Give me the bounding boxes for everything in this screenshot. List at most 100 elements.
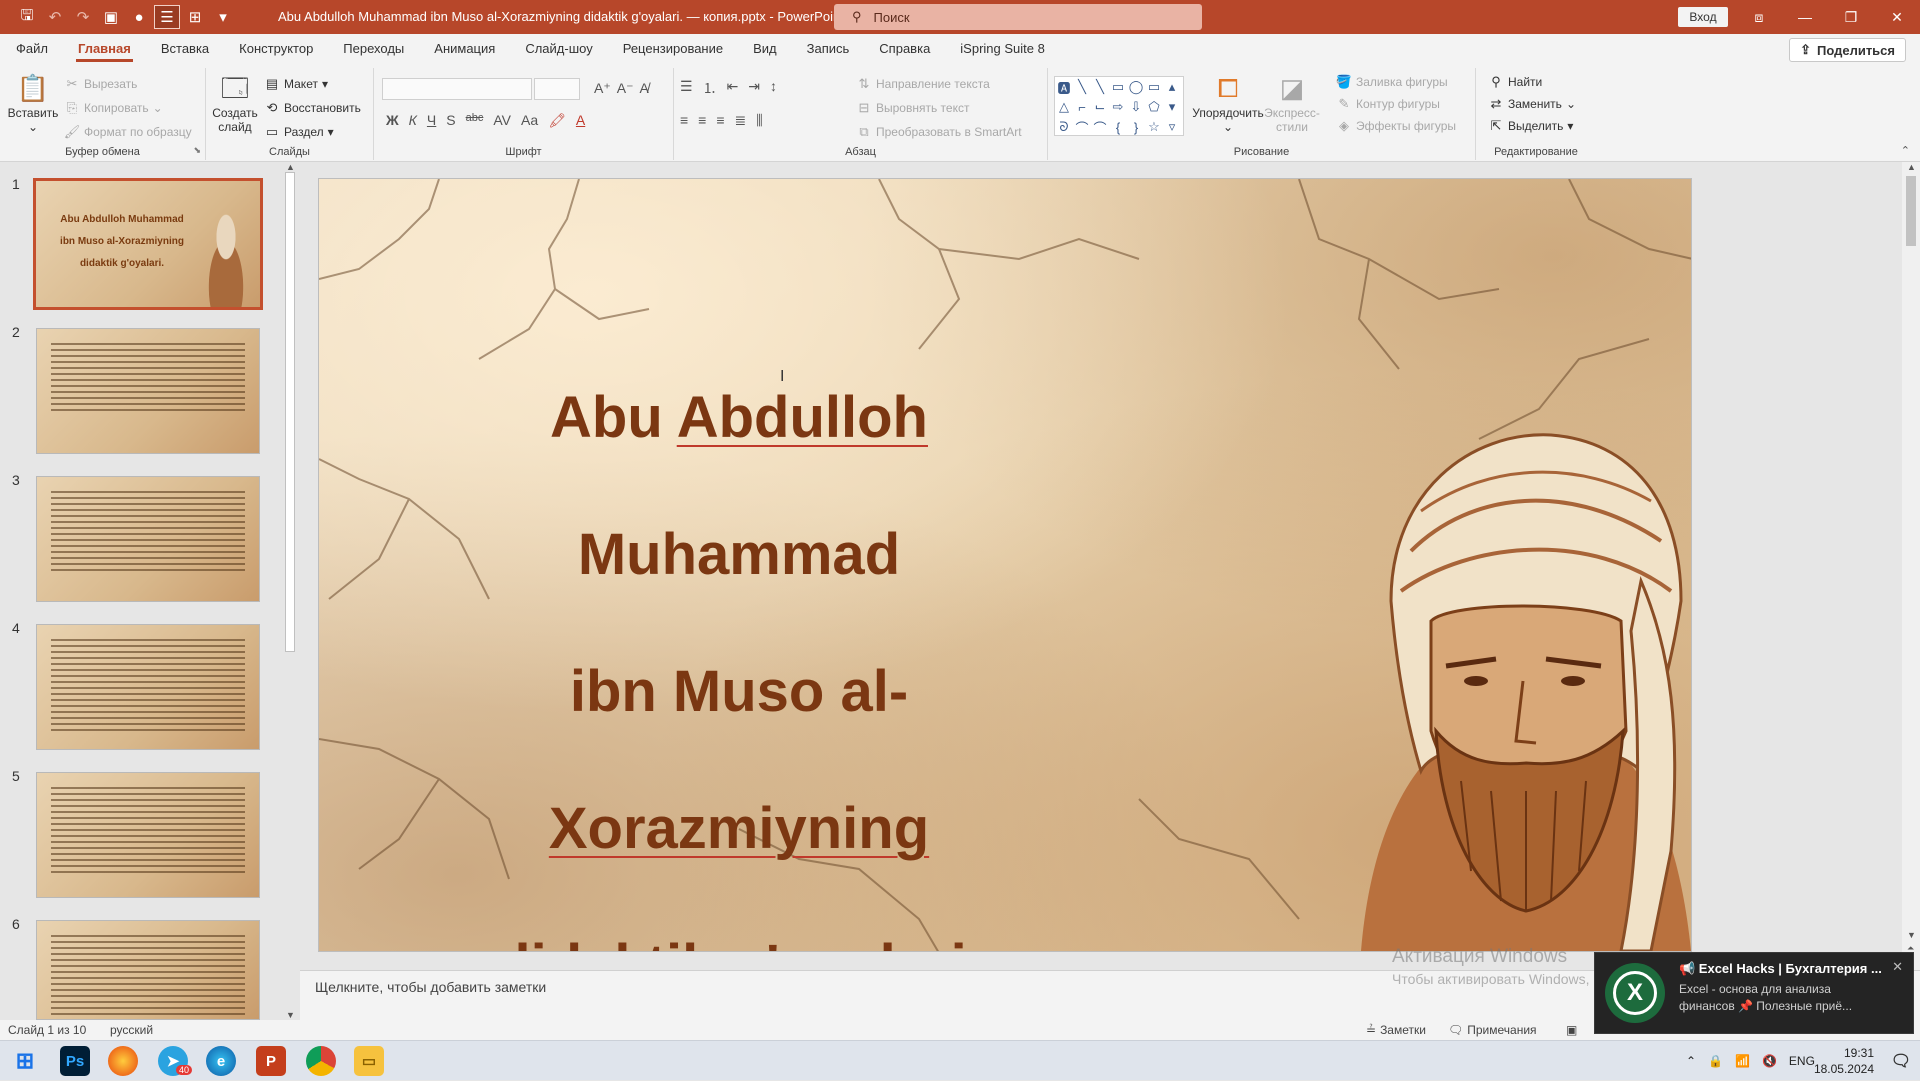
tab-ispring[interactable]: iSpring Suite 8: [946, 34, 1059, 64]
textbox-shape-icon[interactable]: 🅰: [1055, 77, 1073, 97]
slide-canvas[interactable]: Abu Abdulloh Muhammad ibn Muso al- Xorazm…: [318, 178, 1692, 952]
tab-file[interactable]: Файл: [2, 34, 62, 64]
freeform-shape-icon[interactable]: ᘐ: [1055, 117, 1073, 137]
increase-indent-icon[interactable]: ⇥: [748, 78, 760, 98]
file-explorer-icon[interactable]: ▭: [354, 1046, 384, 1076]
brace-shape-icon[interactable]: }: [1127, 117, 1145, 137]
shapes-gallery[interactable]: 🅰 ╲ ╲ ▭ ◯ ▭ ▴ △ ⌐ ⌙ ⇨ ⇩ ⬠ ▾ ᘐ ⌒ ⌒{} ☆ ▿: [1054, 76, 1184, 136]
slide-thumbnail-1[interactable]: Abu Abdulloh Muhammad ibn Muso al-Xorazm…: [33, 178, 263, 310]
comments-toggle[interactable]: 🗨 Примечания: [1448, 1023, 1537, 1037]
underline-button[interactable]: Ч: [427, 112, 436, 129]
font-color-icon[interactable]: A: [576, 112, 585, 129]
pentagon-shape-icon[interactable]: ⬠: [1145, 97, 1163, 117]
clock[interactable]: 19:31 18.05.2024: [1814, 1045, 1874, 1077]
slide-thumbnail-4[interactable]: [36, 624, 260, 750]
notifications-icon[interactable]: 🗨: [1886, 1046, 1916, 1076]
share-button[interactable]: ⇪ Поделиться: [1789, 38, 1906, 62]
select-button[interactable]: ⇱ Выделить ▾: [1488, 118, 1574, 134]
edge-icon[interactable]: e: [206, 1046, 236, 1076]
font-family-select[interactable]: [382, 78, 532, 100]
scroll-down-icon[interactable]: ▼: [1907, 930, 1916, 940]
tab-help[interactable]: Справка: [865, 34, 944, 64]
line-shape-icon[interactable]: ╲: [1073, 77, 1091, 97]
italic-button[interactable]: К: [409, 112, 417, 129]
language-indicator[interactable]: русский: [110, 1023, 153, 1037]
replace-button[interactable]: ⇄ Заменить ⌄: [1488, 96, 1576, 112]
slide-scrollbar[interactable]: ▲ ▼ ⏶ ⏷: [1902, 162, 1920, 970]
lock-icon[interactable]: 🔒: [1708, 1054, 1723, 1068]
notification-toast[interactable]: X 📢 Excel Hacks | Бухгалтерия ... Excel …: [1594, 952, 1914, 1034]
shrink-font-icon[interactable]: A⁻: [617, 80, 634, 97]
close-icon[interactable]: ✕: [1892, 959, 1903, 975]
section-button[interactable]: ▭ Раздел ▾: [264, 124, 334, 140]
decrease-indent-icon[interactable]: ⇤: [727, 78, 739, 98]
align-center-icon[interactable]: ≡: [698, 112, 706, 129]
normal-view-icon[interactable]: ☰: [154, 5, 180, 29]
quick-styles-button[interactable]: ◪ Экспресс- стили: [1264, 72, 1320, 134]
slide-thumbnail-3[interactable]: [36, 476, 260, 602]
search-box[interactable]: ⚲ Поиск: [834, 4, 1202, 30]
char-spacing-icon[interactable]: AV: [493, 112, 511, 129]
grow-font-icon[interactable]: A⁺: [594, 80, 611, 97]
clear-format-icon[interactable]: A̸: [639, 80, 648, 97]
bullets-icon[interactable]: ☰: [680, 78, 693, 98]
arrow-shape-icon[interactable]: ⇨: [1109, 97, 1127, 117]
scroll-up-icon[interactable]: ▴: [1163, 77, 1181, 97]
tab-record[interactable]: Запись: [793, 34, 864, 64]
shadow-button[interactable]: S: [446, 112, 455, 129]
oval-shape-icon[interactable]: ◯: [1127, 77, 1145, 97]
redo-icon[interactable]: ↷: [70, 5, 96, 29]
bold-button[interactable]: Ж: [386, 112, 399, 129]
portrait-illustration[interactable]: [1351, 431, 1691, 951]
photoshop-icon[interactable]: Ps: [60, 1046, 90, 1076]
customize-qat-icon[interactable]: ▾: [210, 5, 236, 29]
tab-review[interactable]: Рецензирование: [609, 34, 737, 64]
highlight-icon[interactable]: 🖍: [548, 112, 566, 129]
undo-icon[interactable]: ↶: [42, 5, 68, 29]
connector-shape-icon[interactable]: ⌙: [1091, 97, 1109, 117]
layout-icon[interactable]: ⊞: [182, 5, 208, 29]
align-text-button[interactable]: ⊟ Выровнять текст: [856, 100, 970, 116]
firefox-icon[interactable]: [108, 1046, 138, 1076]
tab-design[interactable]: Конструктор: [225, 34, 327, 64]
save-icon[interactable]: 🖫: [14, 5, 40, 29]
star-shape-icon[interactable]: ☆: [1145, 117, 1163, 137]
slide-thumbnail-2[interactable]: [36, 328, 260, 454]
collapse-ribbon-icon[interactable]: ⌃: [1901, 144, 1910, 157]
triangle-shape-icon[interactable]: △: [1055, 97, 1073, 117]
rectangle-shape-icon[interactable]: ▭: [1145, 77, 1163, 97]
line-spacing-icon[interactable]: ↕: [770, 78, 777, 98]
reset-button[interactable]: ⟲ Восстановить: [264, 100, 361, 116]
scroll-down-icon[interactable]: ▼: [286, 1010, 295, 1020]
copy-button[interactable]: ⎘ Копировать ⌄: [64, 100, 163, 116]
curve-shape-icon[interactable]: ⌒: [1073, 117, 1091, 137]
shape-fill-button[interactable]: 🪣 Заливка фигуры: [1336, 74, 1448, 90]
signin-button[interactable]: Вход: [1678, 7, 1728, 27]
windows-start-icon[interactable]: ⊞: [10, 1046, 40, 1076]
more-shapes-icon[interactable]: ▿: [1163, 117, 1181, 137]
shape-effects-button[interactable]: ◈ Эффекты фигуры: [1336, 118, 1456, 134]
thumbnail-scrollbar[interactable]: ▲ ▼: [282, 162, 298, 1020]
find-button[interactable]: ⚲ Найти: [1488, 74, 1542, 90]
powerpoint-icon[interactable]: P: [256, 1046, 286, 1076]
slide-thumbnail-6[interactable]: [36, 920, 260, 1020]
slide-title[interactable]: Abu Abdulloh Muhammad ibn Muso al- Xorazm…: [389, 349, 1089, 951]
justify-icon[interactable]: ≣: [735, 112, 747, 129]
change-case-button[interactable]: Aa: [521, 112, 538, 129]
tab-home[interactable]: Главная: [64, 34, 145, 64]
close-button[interactable]: ✕: [1874, 0, 1920, 34]
format-painter-button[interactable]: 🖌 Формат по образцу: [64, 124, 192, 140]
font-size-select[interactable]: [534, 78, 580, 100]
columns-icon[interactable]: ⫼: [756, 112, 762, 129]
chrome-icon[interactable]: [306, 1046, 336, 1076]
tab-animations[interactable]: Анимация: [420, 34, 509, 64]
tab-view[interactable]: Вид: [739, 34, 791, 64]
align-right-icon[interactable]: ≡: [716, 112, 724, 129]
cut-button[interactable]: ✂ Вырезать: [64, 76, 138, 92]
record-icon[interactable]: ●: [126, 5, 152, 29]
slide-thumbnail-5[interactable]: [36, 772, 260, 898]
input-language[interactable]: ENG: [1789, 1054, 1815, 1068]
layout-button[interactable]: ▤ Макет ▾: [264, 76, 328, 92]
scroll-up-icon[interactable]: ▲: [286, 162, 295, 172]
dialog-launcher-icon[interactable]: ⬊: [193, 145, 201, 156]
